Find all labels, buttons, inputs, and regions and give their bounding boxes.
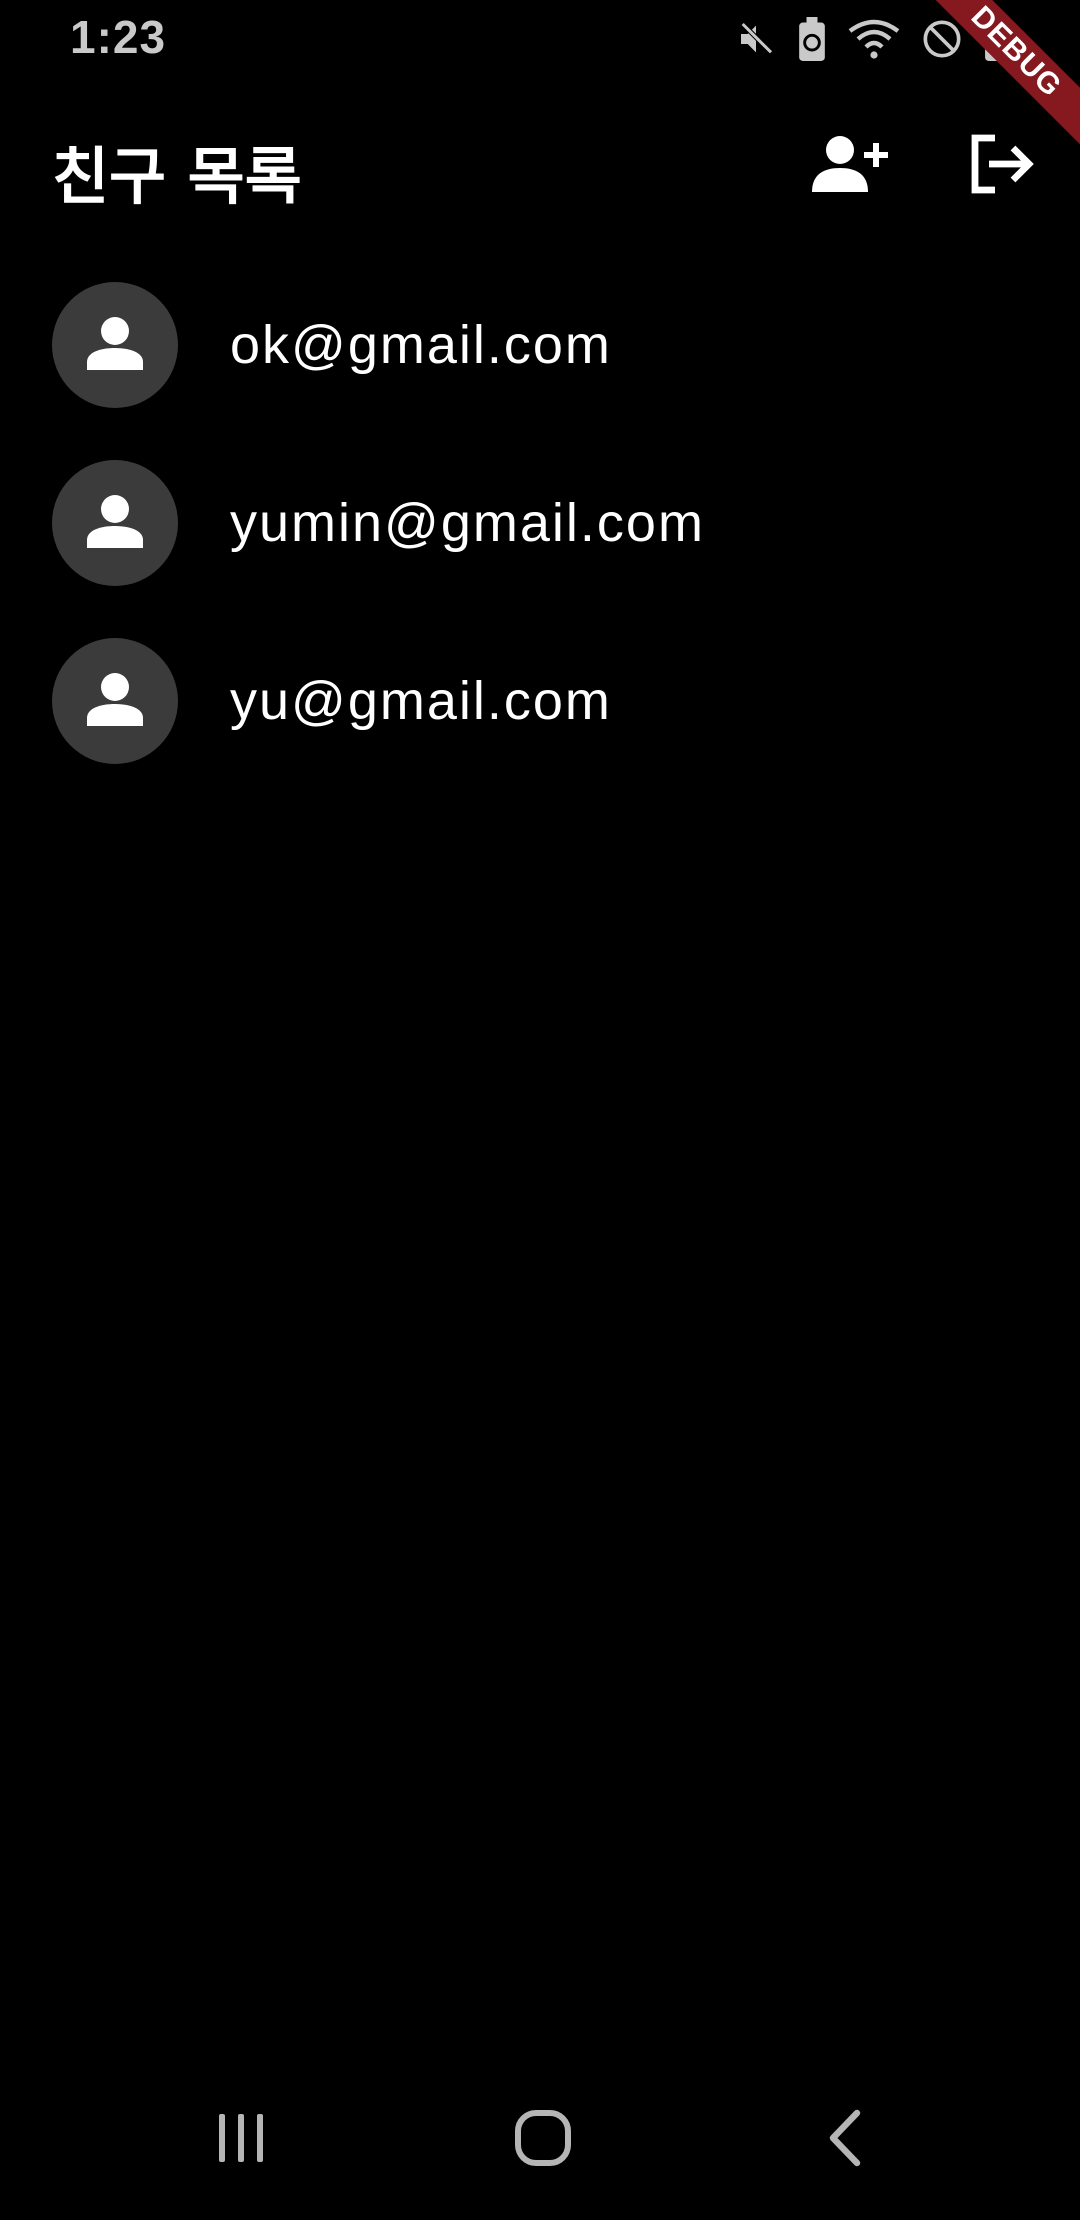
page-title: 친구 목록 xyxy=(52,140,302,213)
person-icon xyxy=(87,494,143,552)
add-friend-button[interactable] xyxy=(808,124,892,208)
friend-list: ok@gmail.com yumin@gmail.com yu@gmail.co… xyxy=(0,256,1080,790)
person-icon xyxy=(87,672,143,730)
person-add-icon xyxy=(812,134,888,198)
wifi-icon xyxy=(848,18,900,60)
status-time: 1:23 xyxy=(70,11,167,63)
logout-button[interactable] xyxy=(960,124,1044,208)
do-not-disturb-icon xyxy=(922,19,962,59)
back-button[interactable] xyxy=(790,2100,900,2180)
list-item[interactable]: yumin@gmail.com xyxy=(0,434,1080,612)
back-icon xyxy=(825,2109,865,2171)
home-icon xyxy=(514,2109,572,2171)
friend-email: ok@gmail.com xyxy=(230,315,612,375)
person-icon xyxy=(87,316,143,374)
recents-icon xyxy=(213,2110,269,2170)
list-item[interactable]: yu@gmail.com xyxy=(0,612,1080,790)
app-bar: 친구 목록 xyxy=(0,100,1080,230)
avatar xyxy=(52,460,178,586)
system-nav-bar xyxy=(0,2060,1080,2220)
avatar xyxy=(52,638,178,764)
recents-button[interactable] xyxy=(186,2100,296,2180)
avatar xyxy=(52,282,178,408)
logout-icon xyxy=(969,134,1035,198)
status-bar: 1:23 xyxy=(0,0,1080,80)
list-item[interactable]: ok@gmail.com xyxy=(0,256,1080,434)
friend-email: yumin@gmail.com xyxy=(230,493,705,553)
friend-email: yu@gmail.com xyxy=(230,671,612,731)
battery-saver-icon xyxy=(798,17,826,61)
home-button[interactable] xyxy=(488,2100,598,2180)
mute-icon xyxy=(736,19,776,59)
